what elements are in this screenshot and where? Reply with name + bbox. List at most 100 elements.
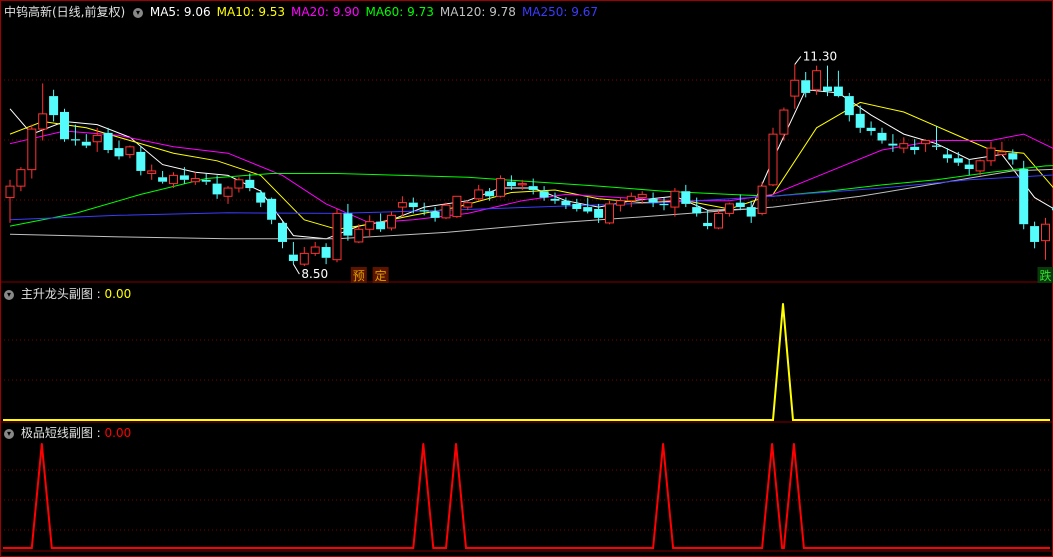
signal-label: 预 (353, 269, 365, 283)
candle-body-down (70, 139, 80, 141)
candle-body-up (474, 189, 484, 200)
candle-body-down (659, 203, 669, 206)
candle[interactable] (60, 108, 69, 142)
indicator-spike (422, 443, 425, 445)
ma-legend-ma5: MA5: (149, 5, 184, 19)
ma-legend-ma250: MA250: (521, 5, 572, 19)
candle-body-up (812, 70, 822, 91)
candle-body-up (234, 179, 244, 189)
signal-marker: 跌 (1037, 267, 1053, 283)
signal-marker: 预 (350, 267, 367, 283)
candle-body-down (561, 200, 571, 206)
candle-body-up (724, 203, 734, 214)
low-price-label: 8.50 (301, 267, 328, 281)
candle-body-up (332, 212, 342, 261)
candle[interactable] (441, 202, 451, 220)
sub-chart-2-sep: : (92, 426, 105, 440)
candle-body-down (692, 207, 702, 214)
signal-marker: 定 (372, 267, 389, 283)
indicator-spike (662, 443, 665, 445)
candle-body-down (746, 207, 756, 217)
candle-body-down (506, 181, 516, 187)
candle-body-down (136, 151, 146, 171)
candle[interactable] (452, 195, 462, 218)
ma-value: 9.06 (183, 5, 211, 19)
ma-legend-ma20: MA20: (291, 5, 333, 19)
candle-body-down (855, 113, 865, 128)
sub-chart-2-title: 极品短线副图 (20, 426, 93, 440)
candle-body-down (49, 96, 59, 116)
candle-body-down (942, 154, 952, 159)
candle-body-down (288, 254, 298, 261)
candle-body-up (899, 143, 909, 149)
indicator-spike (455, 443, 457, 445)
candle-body-down (376, 221, 386, 230)
candle-body-down (539, 191, 549, 198)
candle-body-down (932, 145, 941, 147)
candle-body-up (16, 169, 26, 187)
candle-body-down (430, 211, 440, 218)
ma-legend: MA5: 9.06 MA10: 9.53 MA20: 9.90 MA60: 9.73 M… (150, 5, 604, 19)
chart-canvas: 11.30 8.50 预定 跌 (0, 0, 1053, 557)
indicator-spike (40, 443, 43, 445)
candle-body-down (321, 247, 331, 258)
candle-body-down (1019, 169, 1029, 225)
candle-body-up (365, 221, 375, 230)
candle-body-up (147, 170, 157, 174)
candle-body-down (419, 210, 429, 212)
candle-body-up (921, 139, 931, 145)
candle-body-down (572, 203, 582, 209)
candle-body-down (267, 198, 277, 220)
candle-body-down (888, 143, 898, 146)
candle[interactable] (1019, 160, 1029, 230)
candle-body-down (681, 191, 691, 204)
ma-value: 9.67 (571, 5, 598, 19)
candle-body-up (997, 151, 1007, 155)
collapse-toggle-icon[interactable]: ▾ (133, 7, 144, 18)
candle[interactable] (332, 208, 342, 263)
candle[interactable] (605, 200, 614, 225)
candle-body-down (278, 222, 287, 242)
candle-body-up (986, 147, 996, 162)
candle-body-up (38, 113, 48, 130)
candle-body-down (583, 207, 593, 212)
sub-chart-2-header: ▾ 极品短线副图 : 0.00 (0, 424, 131, 442)
candle-body-down (844, 96, 854, 116)
candle-body-up (299, 252, 309, 265)
candle-body-up (354, 228, 364, 243)
sub-chart-1-sep: : (92, 287, 105, 301)
ma-value: 9.73 (407, 5, 434, 19)
candle-body-up (757, 185, 767, 214)
candle-body-down (343, 213, 353, 236)
candle-body-down (158, 177, 168, 182)
candle-body-up (125, 146, 135, 155)
candle-body-down (833, 86, 843, 97)
ma-legend-ma60: MA60: (365, 5, 408, 19)
candle-body-down (408, 202, 418, 208)
candle-body-down (648, 198, 658, 203)
candle-body-up (223, 187, 233, 197)
candle-body-up (637, 193, 647, 199)
candle[interactable] (757, 181, 767, 216)
candle[interactable] (768, 127, 778, 187)
collapse-toggle-icon[interactable]: ▾ (4, 289, 14, 300)
candle[interactable] (496, 175, 505, 198)
candle[interactable] (714, 210, 723, 230)
candle-body-down (256, 192, 266, 203)
candle-body-down (60, 111, 69, 140)
candle-body-up (190, 178, 200, 183)
ma-value: 9.53 (258, 5, 286, 19)
candle-body-up (452, 195, 462, 218)
collapse-toggle-icon[interactable]: ▾ (4, 428, 14, 439)
candle-body-down (866, 127, 876, 131)
indicator-spike (782, 303, 784, 305)
candle-body-up (517, 183, 527, 186)
candle-body-up (1041, 223, 1050, 242)
high-price-label: 11.30 (803, 49, 837, 63)
candle-body-down (801, 80, 811, 93)
candle-body-up (975, 160, 985, 172)
candle-body-up (615, 200, 625, 206)
sub-chart-2-value: 0.00 (104, 426, 132, 440)
candle-body-down (1030, 226, 1040, 242)
candle-body-down (528, 186, 538, 190)
